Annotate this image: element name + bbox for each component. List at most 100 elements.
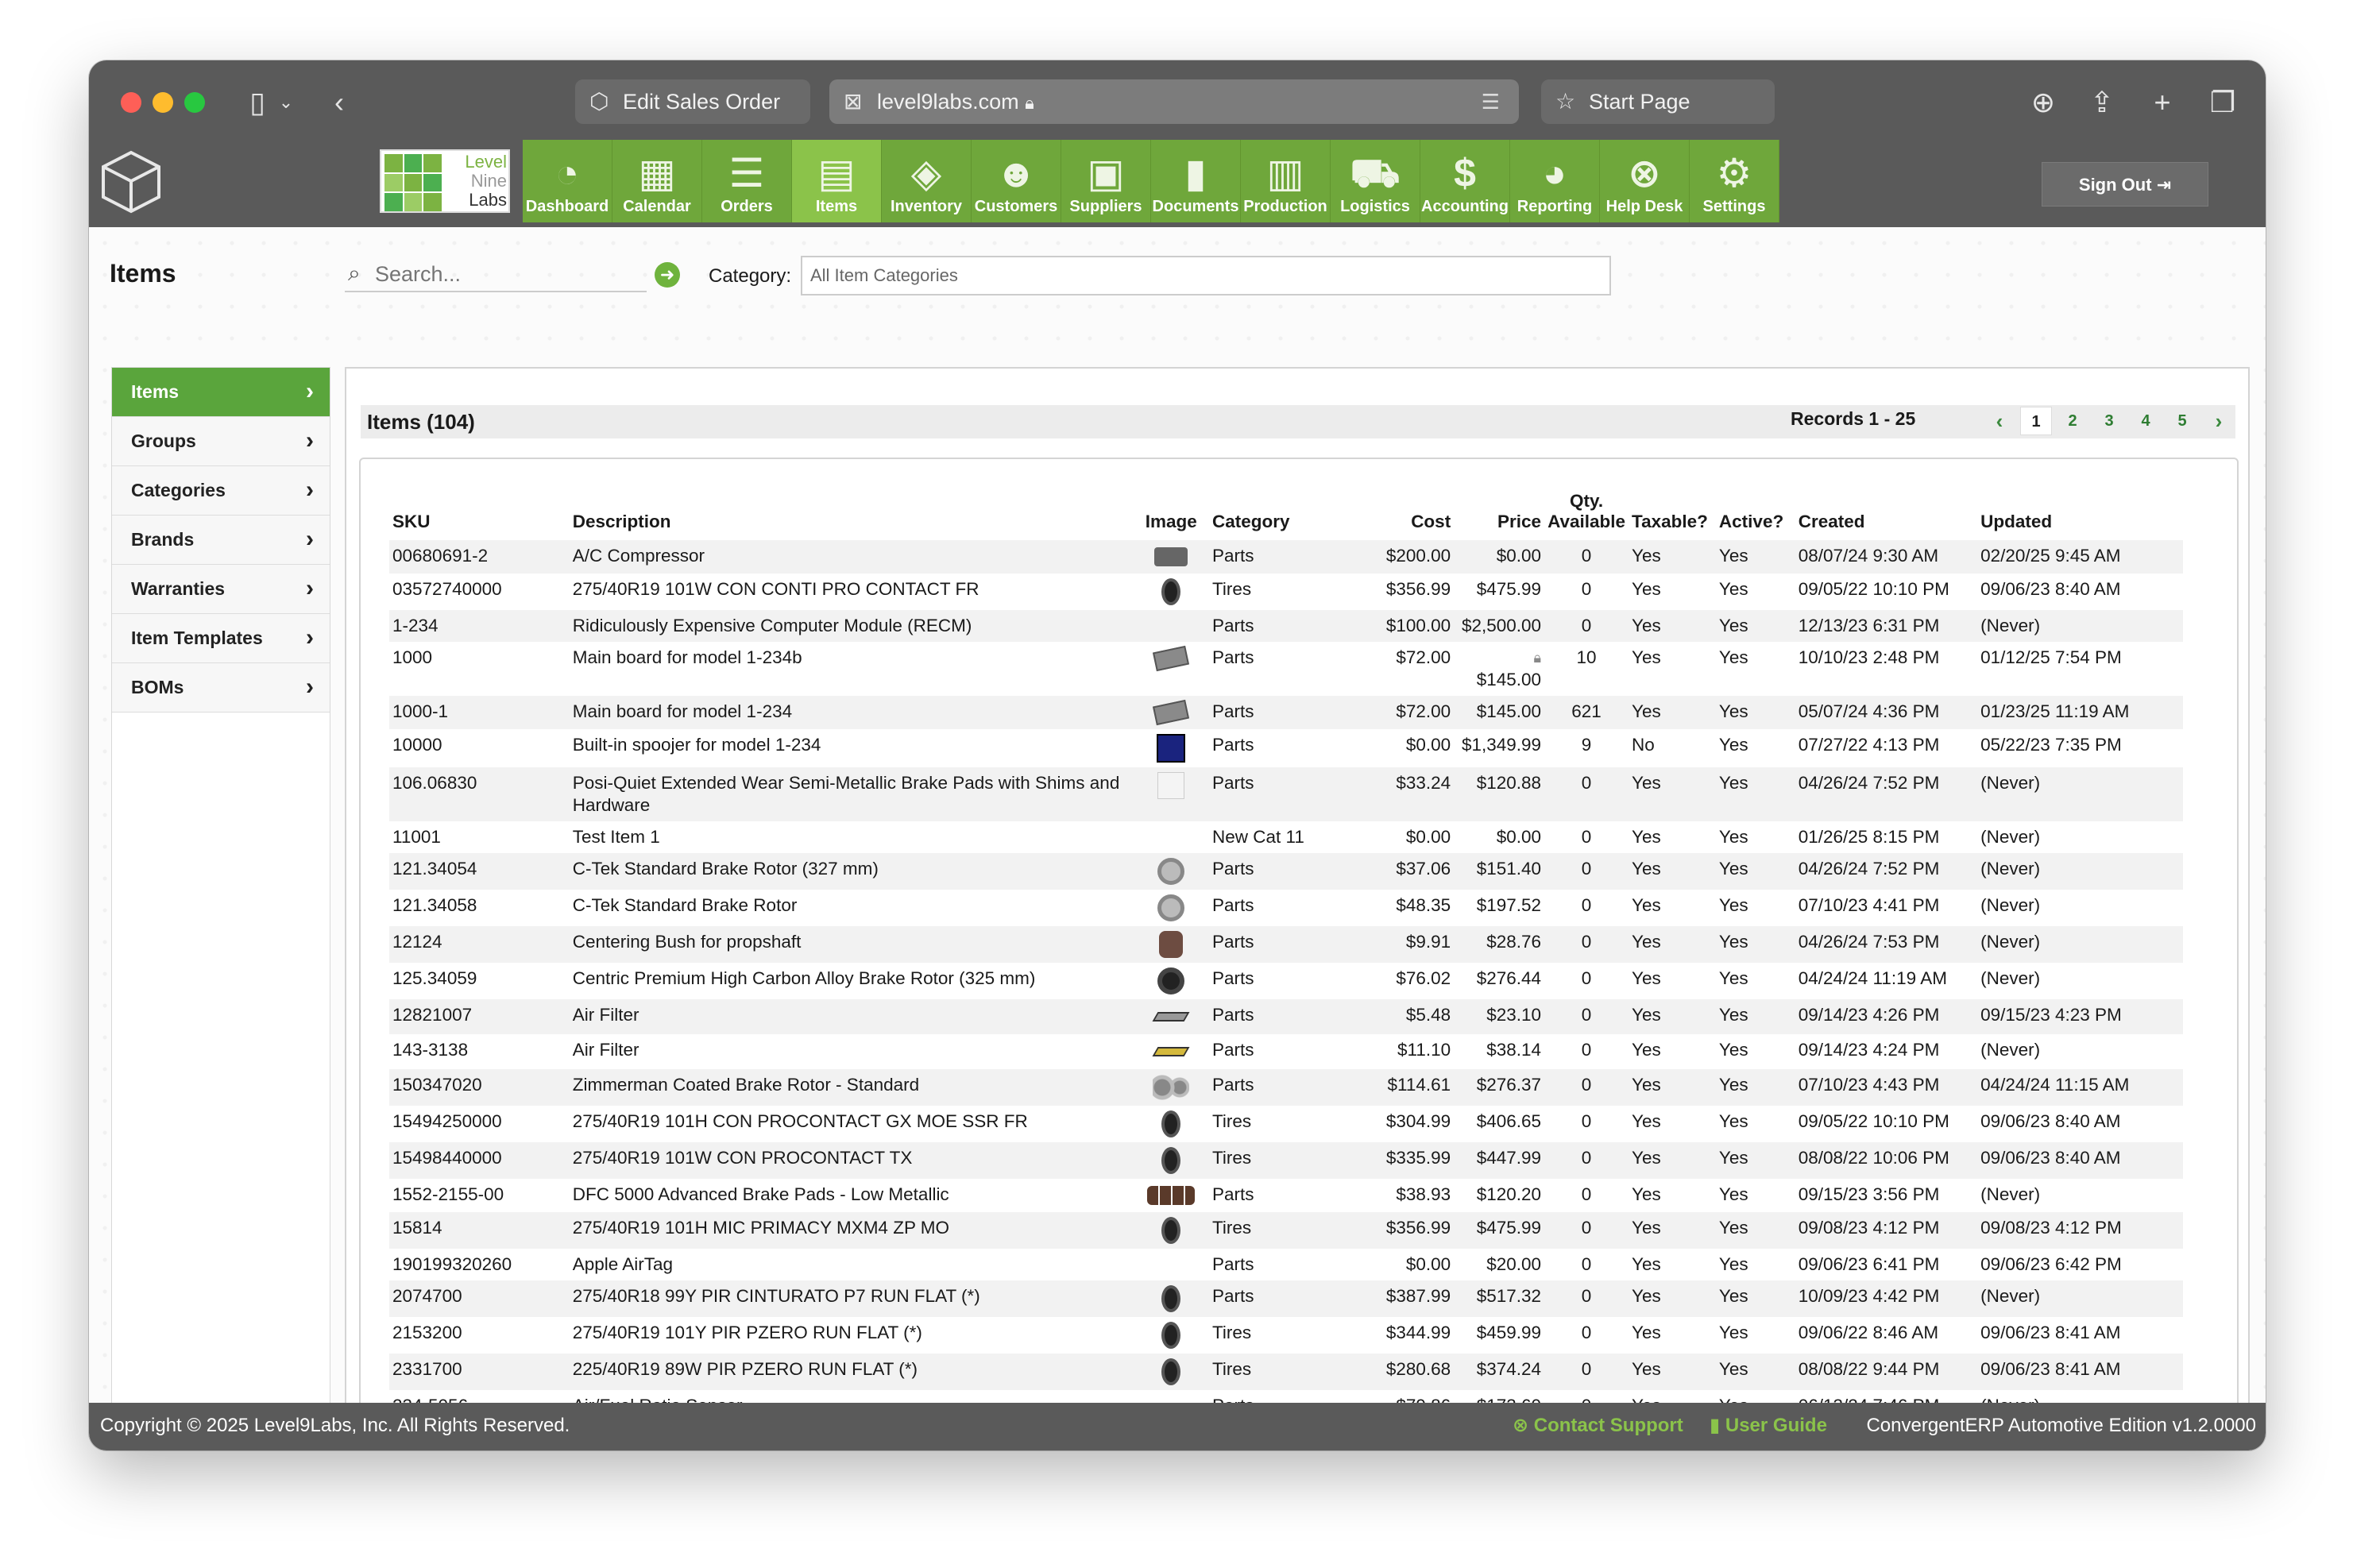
item-thumbnail-image[interactable] [1153,646,1189,671]
close-window-button[interactable] [121,92,141,113]
table-row[interactable]: 00680691-2A/C CompressorParts$200.00$0.0… [389,540,2183,574]
share-icon[interactable]: ⇪ [2084,83,2119,122]
col-active[interactable]: Active? [1716,491,1795,540]
item-thumbnail-image[interactable] [1153,1074,1189,1101]
page-4[interactable]: 4 [2127,407,2164,435]
close-tab-icon[interactable]: ⊠ [844,79,862,124]
nav-orders[interactable]: ☰Orders [702,140,792,222]
sign-out-button[interactable]: Sign Out ⇥ [2042,162,2208,207]
table-row[interactable]: 1000Main board for model 1-234bParts$72.… [389,642,2183,696]
nav-accounting[interactable]: $Accounting [1420,140,1510,222]
prev-page-icon[interactable]: ‹ [1981,407,2018,435]
zoom-window-button[interactable] [184,92,205,113]
col-taxable[interactable]: Taxable? [1629,491,1716,540]
table-row[interactable]: 2153200275/40R19 101Y PIR PZERO RUN FLAT… [389,1317,2183,1354]
page-1[interactable]: 1 [2020,407,2052,435]
col-category[interactable]: Category [1209,491,1328,540]
table-row[interactable]: 2074700275/40R18 99Y PIR CINTURATO P7 RU… [389,1280,2183,1317]
col-description[interactable]: Description [570,491,1134,540]
item-thumbnail-image[interactable] [1161,1217,1180,1244]
table-row[interactable]: 15498440000275/40R19 101W CON PROCONTACT… [389,1142,2183,1179]
nav-reporting[interactable]: ◕Reporting [1510,140,1600,222]
item-thumbnail-image[interactable] [1147,1186,1195,1205]
col-price[interactable]: Price [1454,491,1544,540]
minimize-window-button[interactable] [153,92,173,113]
tab-edit-sales-order[interactable]: ⬡ Edit Sales Order [575,79,810,124]
item-thumbnail-image[interactable] [1153,700,1189,725]
table-row[interactable]: 121.34054C-Tek Standard Brake Rotor (327… [389,853,2183,890]
table-row[interactable]: 150347020Zimmerman Coated Brake Rotor - … [389,1069,2183,1106]
item-thumbnail-image[interactable] [1161,1322,1180,1349]
table-row[interactable]: 15494250000275/40R19 101H CON PROCONTACT… [389,1106,2183,1142]
sidebar-toggle-icon[interactable]: ▯ [240,83,275,122]
sidebar-item-groups[interactable]: Groups› [112,417,330,466]
search-go-button[interactable]: ➜ [655,262,680,288]
item-thumbnail-image[interactable] [1157,772,1184,799]
item-thumbnail-image[interactable] [1161,1358,1180,1385]
item-thumbnail-image[interactable] [1161,578,1180,605]
item-thumbnail-image[interactable] [1153,1012,1190,1022]
table-row[interactable]: 106.06830Posi-Quiet Extended Wear Semi-M… [389,767,2183,821]
category-select[interactable]: All Item Categories [801,256,1611,295]
tab-level9labs[interactable]: ⊠ level9labs.com 🔒︎ ☰ [829,79,1519,124]
tab-start-page[interactable]: ☆ Start Page [1541,79,1775,124]
col-cost[interactable]: Cost [1328,491,1455,540]
item-thumbnail-image[interactable] [1157,894,1184,921]
user-guide-link[interactable]: ▮ User Guide [1710,1403,1827,1449]
item-thumbnail-image[interactable] [1157,858,1184,885]
nav-settings[interactable]: ⚙Settings [1690,140,1779,222]
reader-icon[interactable]: ☰ [1482,79,1500,124]
nav-documents[interactable]: ▮Documents [1151,140,1241,222]
col-qty-available[interactable]: Qty.Available [1544,491,1629,540]
nav-customers[interactable]: ☻Customers [972,140,1061,222]
sidebar-item-brands[interactable]: Brands› [112,516,330,565]
item-thumbnail-image[interactable] [1161,1147,1180,1174]
search-input[interactable] [375,259,637,289]
table-row[interactable]: 125.34059Centric Premium High Carbon All… [389,963,2183,999]
item-thumbnail-image[interactable] [1157,734,1185,763]
item-thumbnail-image[interactable] [1154,547,1188,566]
table-row[interactable]: 11001Test Item 1New Cat 11$0.00$0.000Yes… [389,821,2183,853]
nav-dashboard[interactable]: ◔Dashboard [523,140,612,222]
download-icon[interactable]: ⊕ [2026,83,2061,122]
next-page-icon[interactable]: › [2200,407,2237,435]
col-updated[interactable]: Updated [1977,491,2183,540]
item-thumbnail-image[interactable] [1159,931,1183,958]
page-2[interactable]: 2 [2054,407,2091,435]
nav-suppliers[interactable]: ▣Suppliers [1061,140,1151,222]
col-sku[interactable]: SKU [389,491,570,540]
chevron-down-icon[interactable]: ⌄ [276,83,296,122]
sidebar-item-boms[interactable]: BOMs› [112,663,330,713]
page-3[interactable]: 3 [2091,407,2127,435]
nav-logistics[interactable]: ⛟Logistics [1331,140,1420,222]
table-row[interactable]: 190199320260Apple AirTagParts$0.00$20.00… [389,1249,2183,1280]
back-icon[interactable]: ‹ [327,83,351,122]
col-created[interactable]: Created [1795,491,1977,540]
sidebar-item-item-templates[interactable]: Item Templates› [112,614,330,663]
table-row[interactable]: 10000Built-in spoojer for model 1-234Par… [389,729,2183,767]
new-tab-icon[interactable]: + [2145,83,2180,122]
item-thumbnail-image[interactable] [1153,1047,1190,1056]
table-row[interactable]: 1552-2155-00DFC 5000 Advanced Brake Pads… [389,1179,2183,1212]
contact-support-link[interactable]: ⊗ Contact Support [1513,1403,1683,1449]
table-row[interactable]: 03572740000275/40R19 101W CON CONTI PRO … [389,574,2183,610]
sidebar-item-categories[interactable]: Categories› [112,466,330,516]
sidebar-item-warranties[interactable]: Warranties› [112,565,330,614]
table-row[interactable]: 15814275/40R19 101H MIC PRIMACY MXM4 ZP … [389,1212,2183,1249]
table-row[interactable]: 12821007Air FilterParts$5.48$23.100YesYe… [389,999,2183,1034]
item-thumbnail-image[interactable] [1157,967,1184,994]
nav-production[interactable]: ▥Production [1241,140,1331,222]
nav-inventory[interactable]: ◈Inventory [882,140,972,222]
table-row[interactable]: 1-234Ridiculously Expensive Computer Mod… [389,610,2183,642]
table-row[interactable]: 143-3138Air FilterParts$11.10$38.140YesY… [389,1034,2183,1069]
table-row[interactable]: 1000-1Main board for model 1-234Parts$72… [389,696,2183,729]
table-row[interactable]: 12124Centering Bush for propshaftParts$9… [389,926,2183,963]
nav-items[interactable]: ▤Items [792,140,882,222]
table-row[interactable]: 121.34058C-Tek Standard Brake RotorParts… [389,890,2183,926]
level-nine-labs-logo[interactable]: Level Nine Labs [380,149,510,213]
item-thumbnail-image[interactable] [1161,1110,1180,1137]
nav-help-desk[interactable]: ⊗Help Desk [1600,140,1690,222]
table-row[interactable]: 2331700225/40R19 89W PIR PZERO RUN FLAT … [389,1354,2183,1390]
item-thumbnail-image[interactable] [1161,1285,1180,1312]
sidebar-item-items[interactable]: Items› [112,368,330,417]
